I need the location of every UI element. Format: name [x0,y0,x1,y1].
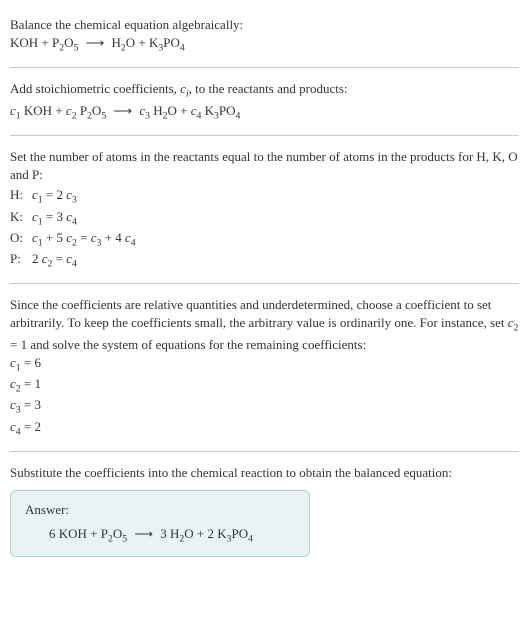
atom-label: K: [10,208,32,226]
answer-label: Answer: [25,501,295,519]
atom-row: H: c1 = 2 c3 [10,186,519,207]
atom-eq: c1 = 2 c3 [32,186,77,207]
coeff-value: c1 = 6 [10,354,519,375]
unbalanced-equation: KOH + P2O5 ⟶ H2O + K3PO4 [10,34,519,55]
atom-row: O: c1 + 5 c2 = c3 + 4 c4 [10,229,519,250]
atom-eq: c1 + 5 c2 = c3 + 4 c4 [32,229,136,250]
page-title: Balance the chemical equation algebraica… [10,16,519,34]
atom-row: P: 2 c2 = c4 [10,250,519,271]
stoich-instruction: Add stoichiometric coefficients, ci, to … [10,80,519,101]
divider [10,67,519,68]
choose-coeff-instruction: Since the coefficients are relative quan… [10,296,519,354]
atom-equations: H: c1 = 2 c3 K: c1 = 3 c4 O: c1 + 5 c2 =… [10,186,519,271]
divider [10,135,519,136]
atom-label: P: [10,250,32,268]
coeff-value: c4 = 2 [10,418,519,439]
atom-eq: c1 = 3 c4 [32,208,77,229]
atom-eq: 2 c2 = c4 [32,250,77,271]
coeff-equation: c1 KOH + c2 P2O5 ⟶ c3 H2O + c4 K3PO4 [10,102,519,123]
atom-label: O: [10,229,32,247]
answer-box: Answer: 6 KOH + P2O5 ⟶ 3 H2O + 2 K3PO4 [10,490,310,557]
coeff-value: c2 = 1 [10,375,519,396]
divider [10,283,519,284]
coeff-value: c3 = 3 [10,396,519,417]
coeff-solution: c1 = 6 c2 = 1 c3 = 3 c4 = 2 [10,354,519,439]
atom-label: H: [10,186,32,204]
balanced-equation: 6 KOH + P2O5 ⟶ 3 H2O + 2 K3PO4 [25,525,295,546]
substitute-instruction: Substitute the coefficients into the che… [10,464,519,482]
atom-balance-instruction: Set the number of atoms in the reactants… [10,148,519,184]
divider [10,451,519,452]
atom-row: K: c1 = 3 c4 [10,208,519,229]
